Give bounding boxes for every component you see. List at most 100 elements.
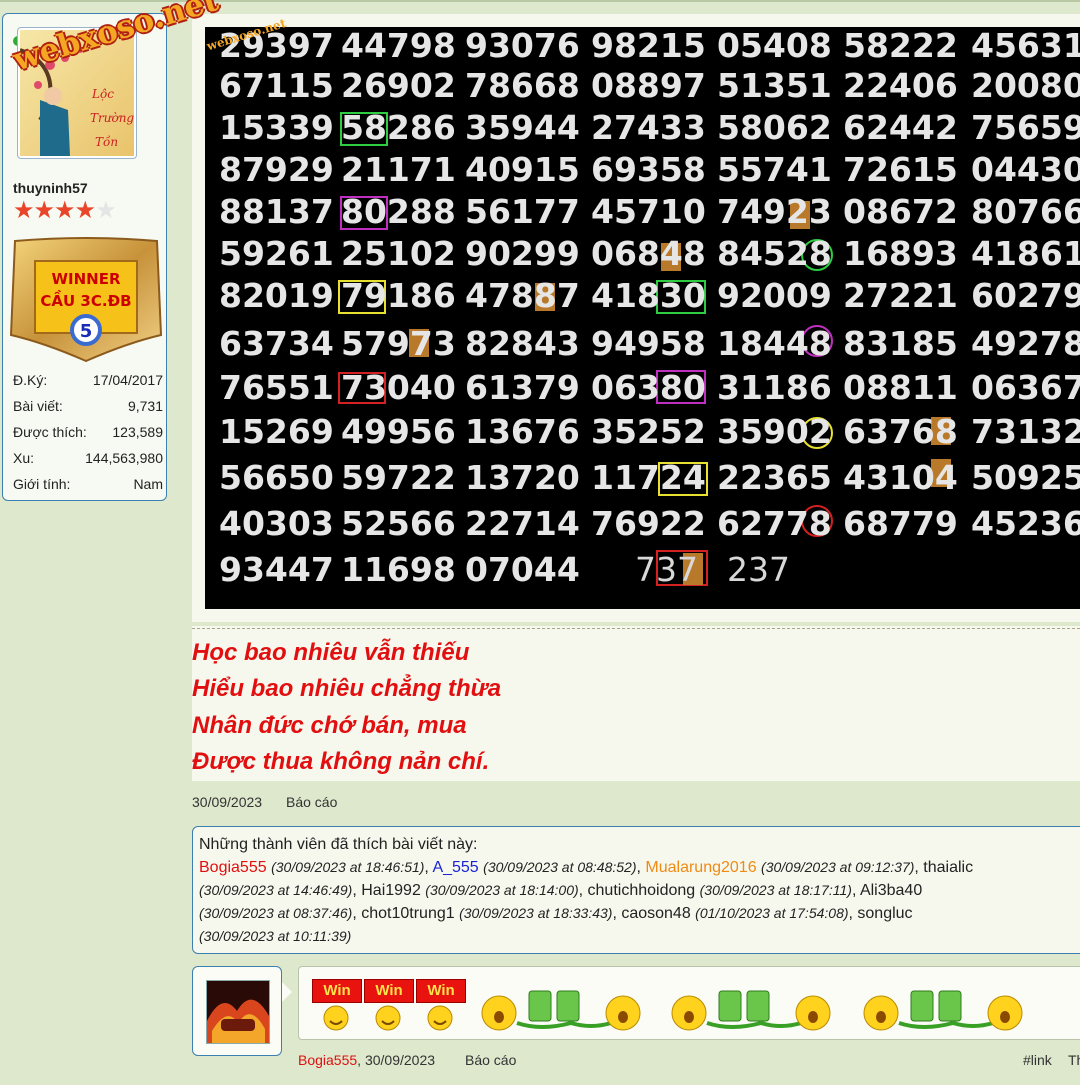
like-time: (30/09/2023 at 08:37:46) bbox=[199, 905, 353, 921]
lottery-number: 22365 bbox=[717, 458, 832, 497]
reply-pointer bbox=[282, 982, 292, 1002]
like-time: (30/09/2023 at 14:46:49) bbox=[199, 882, 353, 898]
star-filled-icon: ★ bbox=[74, 197, 96, 224]
lottery-number: 31186 bbox=[717, 368, 832, 407]
lottery-number: 79186 bbox=[341, 276, 456, 315]
lottery-number: 93447 bbox=[219, 550, 334, 589]
lottery-number: 47887 bbox=[465, 276, 580, 315]
like-user-link[interactable]: caoson48 bbox=[621, 905, 690, 922]
lottery-number: 98215 bbox=[591, 27, 706, 65]
lottery-number: 40303 bbox=[219, 504, 334, 543]
avatar-image bbox=[206, 980, 270, 1044]
lottery-number: 55741 bbox=[717, 150, 832, 189]
win-emoticon: Win bbox=[364, 979, 414, 1003]
lottery-number: 15339 bbox=[219, 108, 334, 147]
like-user-link[interactable]: Ali3ba40 bbox=[860, 882, 922, 899]
lottery-number: 15269 bbox=[219, 412, 334, 451]
thanks-link[interactable]: Th bbox=[1068, 1052, 1080, 1068]
lottery-number: 88137 bbox=[219, 192, 334, 231]
lottery-number: 22714 bbox=[465, 504, 580, 543]
lottery-number: 94958 bbox=[591, 324, 706, 363]
post-date[interactable]: 30/09/2023 bbox=[192, 794, 262, 810]
lottery-number: 83185 bbox=[843, 324, 958, 363]
lottery-number: 26902 bbox=[341, 66, 456, 105]
lottery-number: 76922 bbox=[591, 504, 706, 543]
like-user-link[interactable]: Bogia555 bbox=[199, 859, 267, 876]
lottery-number: 73132 bbox=[971, 412, 1080, 451]
like-time: (30/09/2023 at 10:11:39) bbox=[199, 928, 352, 944]
lottery-number: 74923 bbox=[717, 192, 832, 231]
lottery-number: 82843 bbox=[465, 324, 580, 363]
lottery-number: 84528 bbox=[717, 234, 832, 273]
reply-author-link[interactable]: Bogia555 bbox=[298, 1052, 357, 1068]
user-rating-stars: ★★★★★ bbox=[13, 197, 117, 224]
stat-join-date: Đ.Ký: 17/04/2017 bbox=[13, 372, 163, 388]
lottery-number: 13720 bbox=[465, 458, 580, 497]
lottery-number: 49278 bbox=[971, 324, 1080, 363]
stat-gender: Giới tính: Nam bbox=[13, 476, 163, 492]
lottery-number: 49956 bbox=[341, 412, 456, 451]
lottery-number: 73040 bbox=[341, 368, 456, 407]
badge-line2: CẦU 3C.ĐB bbox=[40, 289, 131, 310]
star-filled-icon: ★ bbox=[54, 197, 75, 224]
like-time: (01/10/2023 at 17:54:08) bbox=[695, 905, 849, 921]
lottery-number: 80288 bbox=[341, 192, 456, 231]
likes-line: (30/09/2023 at 10:11:39) bbox=[199, 925, 1080, 948]
like-time: (30/09/2023 at 18:33:43) bbox=[459, 905, 613, 921]
like-user-link[interactable]: thaialic bbox=[923, 859, 973, 876]
reply-report-link[interactable]: Báo cáo bbox=[465, 1052, 516, 1068]
star-filled-icon: ★ bbox=[13, 197, 34, 224]
lottery-number: 35944 bbox=[465, 108, 580, 147]
signature-divider bbox=[192, 628, 1080, 629]
reply-avatar[interactable] bbox=[192, 966, 282, 1056]
lottery-number: 92009 bbox=[717, 276, 832, 315]
lottery-number: 82019 bbox=[219, 276, 334, 315]
lottery-number: 44798 bbox=[341, 27, 456, 65]
lottery-number: 87929 bbox=[219, 150, 334, 189]
lottery-number: 56650 bbox=[219, 458, 334, 497]
reply-content: Win Win Win bbox=[298, 966, 1080, 1040]
like-user-link[interactable]: Mualarung2016 bbox=[645, 859, 756, 876]
lottery-number: 20080 bbox=[971, 66, 1080, 105]
like-user-link[interactable]: songluc bbox=[857, 905, 912, 922]
like-user-link[interactable]: chutichhoidong bbox=[588, 882, 696, 899]
signature-line: Hiểu bao nhiêu chẳng thừa bbox=[192, 675, 502, 702]
lottery-number: 06367 bbox=[971, 368, 1080, 407]
like-user-link[interactable]: A_555 bbox=[432, 859, 478, 876]
lottery-number: 45710 bbox=[591, 192, 706, 231]
like-time: (30/09/2023 at 08:48:52) bbox=[483, 859, 637, 875]
svg-text:Tồn: Tồn bbox=[95, 134, 118, 149]
lottery-number: 72615 bbox=[843, 150, 958, 189]
lottery-number: 25102 bbox=[341, 234, 456, 273]
lottery-number: 51351 bbox=[717, 66, 832, 105]
lottery-number: 13676 bbox=[465, 412, 580, 451]
lottery-number: 04430 bbox=[971, 150, 1080, 189]
lottery-number: 35252 bbox=[591, 412, 706, 451]
lottery-number: 11698 bbox=[341, 550, 456, 589]
like-user-link[interactable]: chot10trung1 bbox=[361, 905, 454, 922]
lottery-number: 08672 bbox=[843, 192, 958, 231]
report-link[interactable]: Báo cáo bbox=[286, 794, 337, 810]
winner-badge: WINNER CẦU 3C.ĐB 5 bbox=[7, 235, 165, 376]
stat-coins: Xu: 144,563,980 bbox=[13, 450, 163, 466]
likes-list: Những thành viên đã thích bài viết này: … bbox=[199, 833, 1080, 948]
lottery-number: 59722 bbox=[341, 458, 456, 497]
like-time: (30/09/2023 at 18:46:51) bbox=[271, 859, 425, 875]
permalink[interactable]: #link bbox=[1023, 1052, 1052, 1068]
lottery-number: 35902 bbox=[717, 412, 832, 451]
lottery-number: 57973 bbox=[341, 324, 456, 363]
like-user-link[interactable]: Hai1992 bbox=[361, 882, 421, 899]
win-emoticon: Win bbox=[416, 979, 466, 1003]
lottery-number: 41830 bbox=[591, 276, 706, 315]
username[interactable]: thuyninh57 bbox=[13, 180, 88, 196]
likes-line: Bogia555 (30/09/2023 at 18:46:51), A_555… bbox=[199, 859, 974, 876]
lottery-number: 06380 bbox=[591, 368, 706, 407]
lottery-number: 50925 bbox=[971, 458, 1080, 497]
reply-date[interactable]: , 30/09/2023 bbox=[357, 1052, 435, 1068]
lottery-number: 62778 bbox=[717, 504, 832, 543]
lottery-number: 27433 bbox=[591, 108, 706, 147]
badge-line1: WINNER bbox=[51, 270, 120, 288]
signature-line: Học bao nhiêu vẫn thiếu bbox=[192, 639, 470, 666]
lottery-number: 22406 bbox=[843, 66, 958, 105]
lottery-number: 59261 bbox=[219, 234, 334, 273]
